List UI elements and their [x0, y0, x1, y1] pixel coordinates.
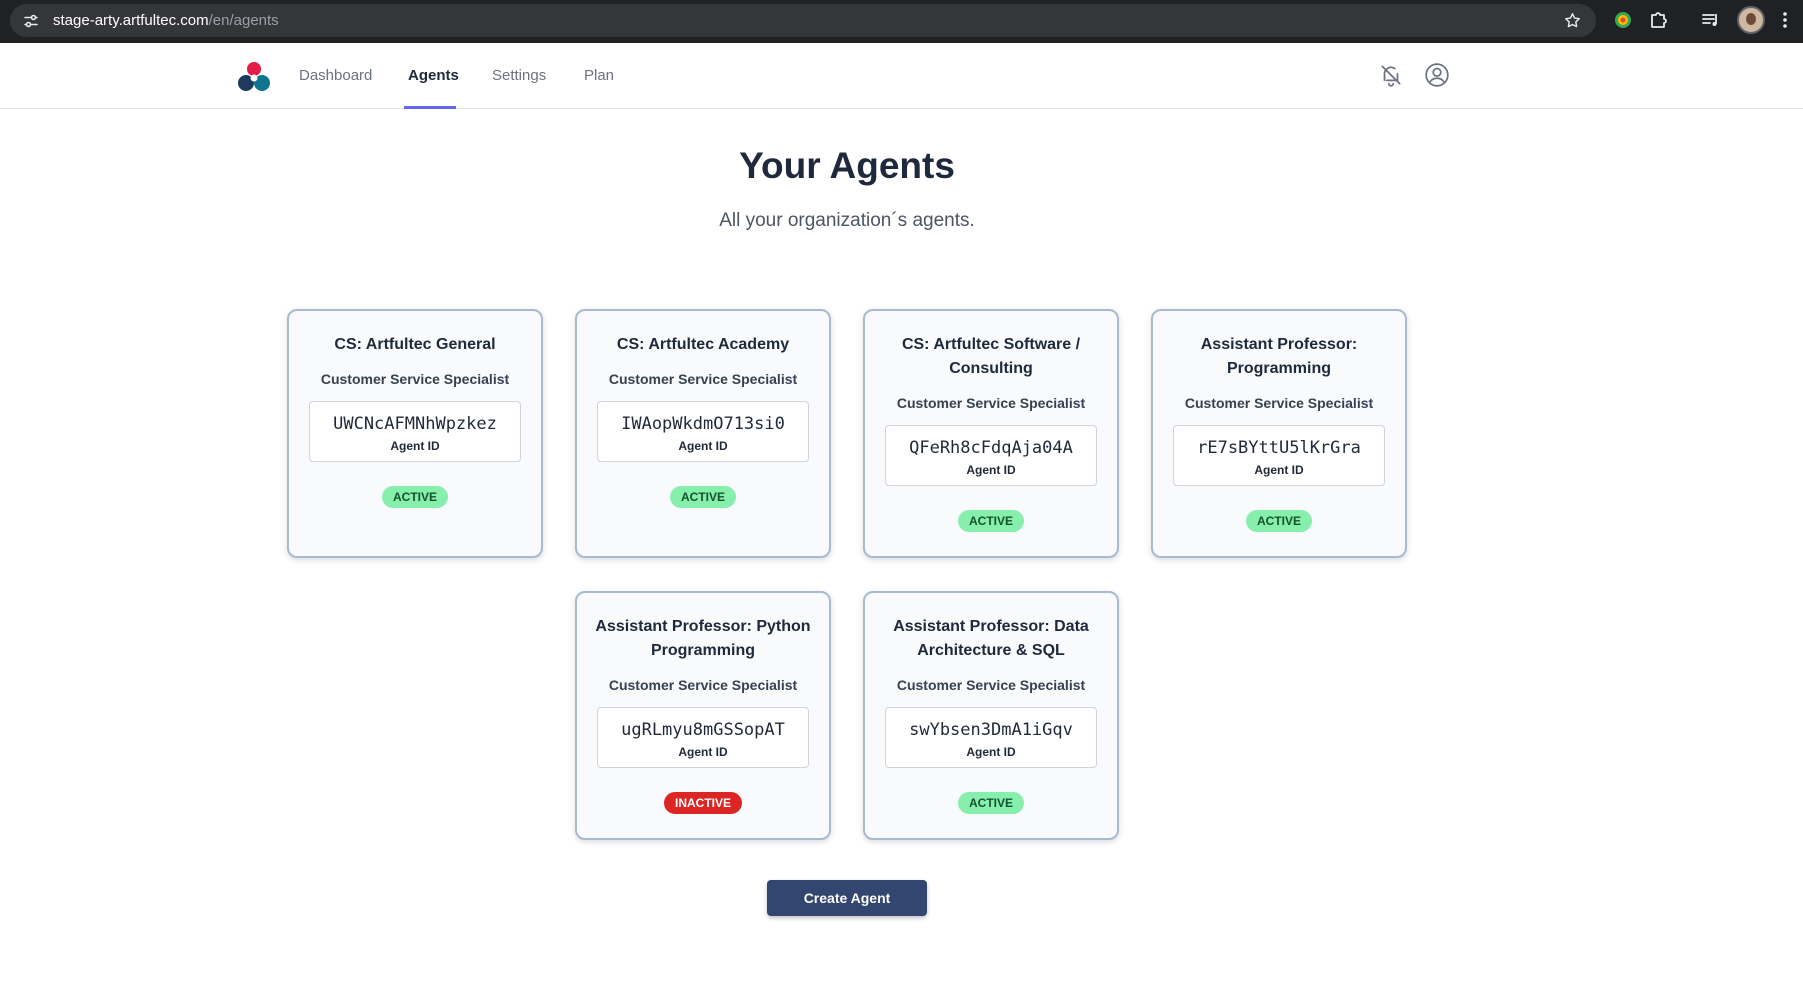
- nav-agents[interactable]: Agents: [408, 43, 459, 109]
- agent-id-label: Agent ID: [678, 439, 728, 453]
- agent-role: Customer Service Specialist: [896, 395, 1086, 411]
- nav-settings[interactable]: Settings: [492, 43, 546, 109]
- agent-id-value: UWCNcAFMNhWpzkez: [333, 414, 497, 434]
- agent-role: Customer Service Specialist: [608, 677, 798, 693]
- puzzle-icon[interactable]: [1648, 9, 1670, 31]
- agent-name: CS: Artfultec Academy: [616, 336, 790, 353]
- agent-id-label: Agent ID: [1254, 463, 1304, 477]
- agent-id-label: Agent ID: [678, 745, 728, 759]
- artfultec-logo[interactable]: [237, 59, 271, 93]
- agent-role: Customer Service Specialist: [320, 371, 510, 387]
- agent-name: Assistant Professor: Programming: [1200, 336, 1358, 377]
- status-badge: ACTIVE: [957, 510, 1024, 532]
- page-subtitle: All your organization´s agents.: [719, 210, 975, 231]
- agent-id-value: swYbsen3DmA1iGqv: [909, 720, 1073, 740]
- notifications-off-icon[interactable]: [1378, 62, 1404, 88]
- agent-id-value: QFeRh8cFdqAja04A: [909, 438, 1073, 458]
- nav-dashboard[interactable]: Dashboard: [299, 43, 372, 109]
- account-circle-icon[interactable]: [1424, 62, 1450, 88]
- status-badge: INACTIVE: [663, 792, 742, 814]
- status-badge: ACTIVE: [957, 792, 1024, 814]
- agent-role: Customer Service Specialist: [896, 677, 1086, 693]
- agent-id-label: Agent ID: [390, 439, 440, 453]
- agent-id-value: ugRLmyu8mGSSopAT: [621, 720, 785, 740]
- agent-card[interactable]: Assistant Professor: Data Architecture &…: [863, 591, 1119, 840]
- agent-card[interactable]: CS: Artfultec Academy Customer Service S…: [575, 309, 831, 558]
- app-navbar: Dashboard Agents Settings Plan: [0, 43, 1803, 109]
- agent-card[interactable]: CS: Artfultec General Customer Service S…: [287, 309, 543, 558]
- agent-card[interactable]: CS: Artfultec Software / Consulting Cust…: [863, 309, 1119, 558]
- agent-id-box: swYbsen3DmA1iGqv Agent ID: [885, 707, 1097, 768]
- agent-id-box: QFeRh8cFdqAja04A Agent ID: [885, 425, 1097, 486]
- agent-id-box: ugRLmyu8mGSSopAT Agent ID: [597, 707, 809, 768]
- nav-plan[interactable]: Plan: [584, 43, 614, 109]
- extension-icon[interactable]: [1612, 9, 1634, 31]
- url-text[interactable]: stage-arty.artfultec.com/en/agents: [53, 4, 279, 37]
- agent-card[interactable]: Assistant Professor: Python Programming …: [575, 591, 831, 840]
- agent-id-box: IWAopWkdmO713si0 Agent ID: [597, 401, 809, 462]
- agent-id-label: Agent ID: [966, 745, 1016, 759]
- agent-id-label: Agent ID: [966, 463, 1016, 477]
- agent-name: CS: Artfultec Software / Consulting: [901, 336, 1081, 377]
- status-badge: ACTIVE: [669, 486, 736, 508]
- kebab-menu-icon[interactable]: [1774, 9, 1796, 31]
- browser-toolbar: stage-arty.artfultec.com/en/agents: [0, 0, 1803, 43]
- create-agent-button[interactable]: Create Agent: [767, 880, 927, 916]
- agent-card[interactable]: Assistant Professor: Programming Custome…: [1151, 309, 1407, 558]
- status-badge: ACTIVE: [1245, 510, 1312, 532]
- star-icon[interactable]: [1563, 11, 1582, 30]
- agent-name: Assistant Professor: Data Architecture &…: [893, 618, 1089, 659]
- agent-name: CS: Artfultec General: [334, 336, 496, 353]
- active-tab-indicator: [404, 106, 456, 109]
- agent-id-value: IWAopWkdmO713si0: [621, 414, 785, 434]
- url-path: /en/agents: [208, 12, 279, 29]
- agent-role: Customer Service Specialist: [1184, 395, 1374, 411]
- status-badge: ACTIVE: [381, 486, 448, 508]
- agent-id-box: UWCNcAFMNhWpzkez Agent ID: [309, 401, 521, 462]
- agent-id-box: rE7sBYttU5lKrGra Agent ID: [1173, 425, 1385, 486]
- url-host: stage-arty.artfultec.com: [53, 12, 209, 29]
- page-title: Your Agents: [739, 145, 955, 186]
- agent-name: Assistant Professor: Python Programming: [595, 618, 811, 659]
- profile-avatar[interactable]: [1737, 6, 1765, 34]
- agent-id-value: rE7sBYttU5lKrGra: [1197, 438, 1361, 458]
- tune-icon[interactable]: [23, 13, 39, 29]
- agent-role: Customer Service Specialist: [608, 371, 798, 387]
- media-control-icon[interactable]: [1700, 9, 1722, 31]
- address-bar[interactable]: stage-arty.artfultec.com/en/agents: [10, 4, 1596, 37]
